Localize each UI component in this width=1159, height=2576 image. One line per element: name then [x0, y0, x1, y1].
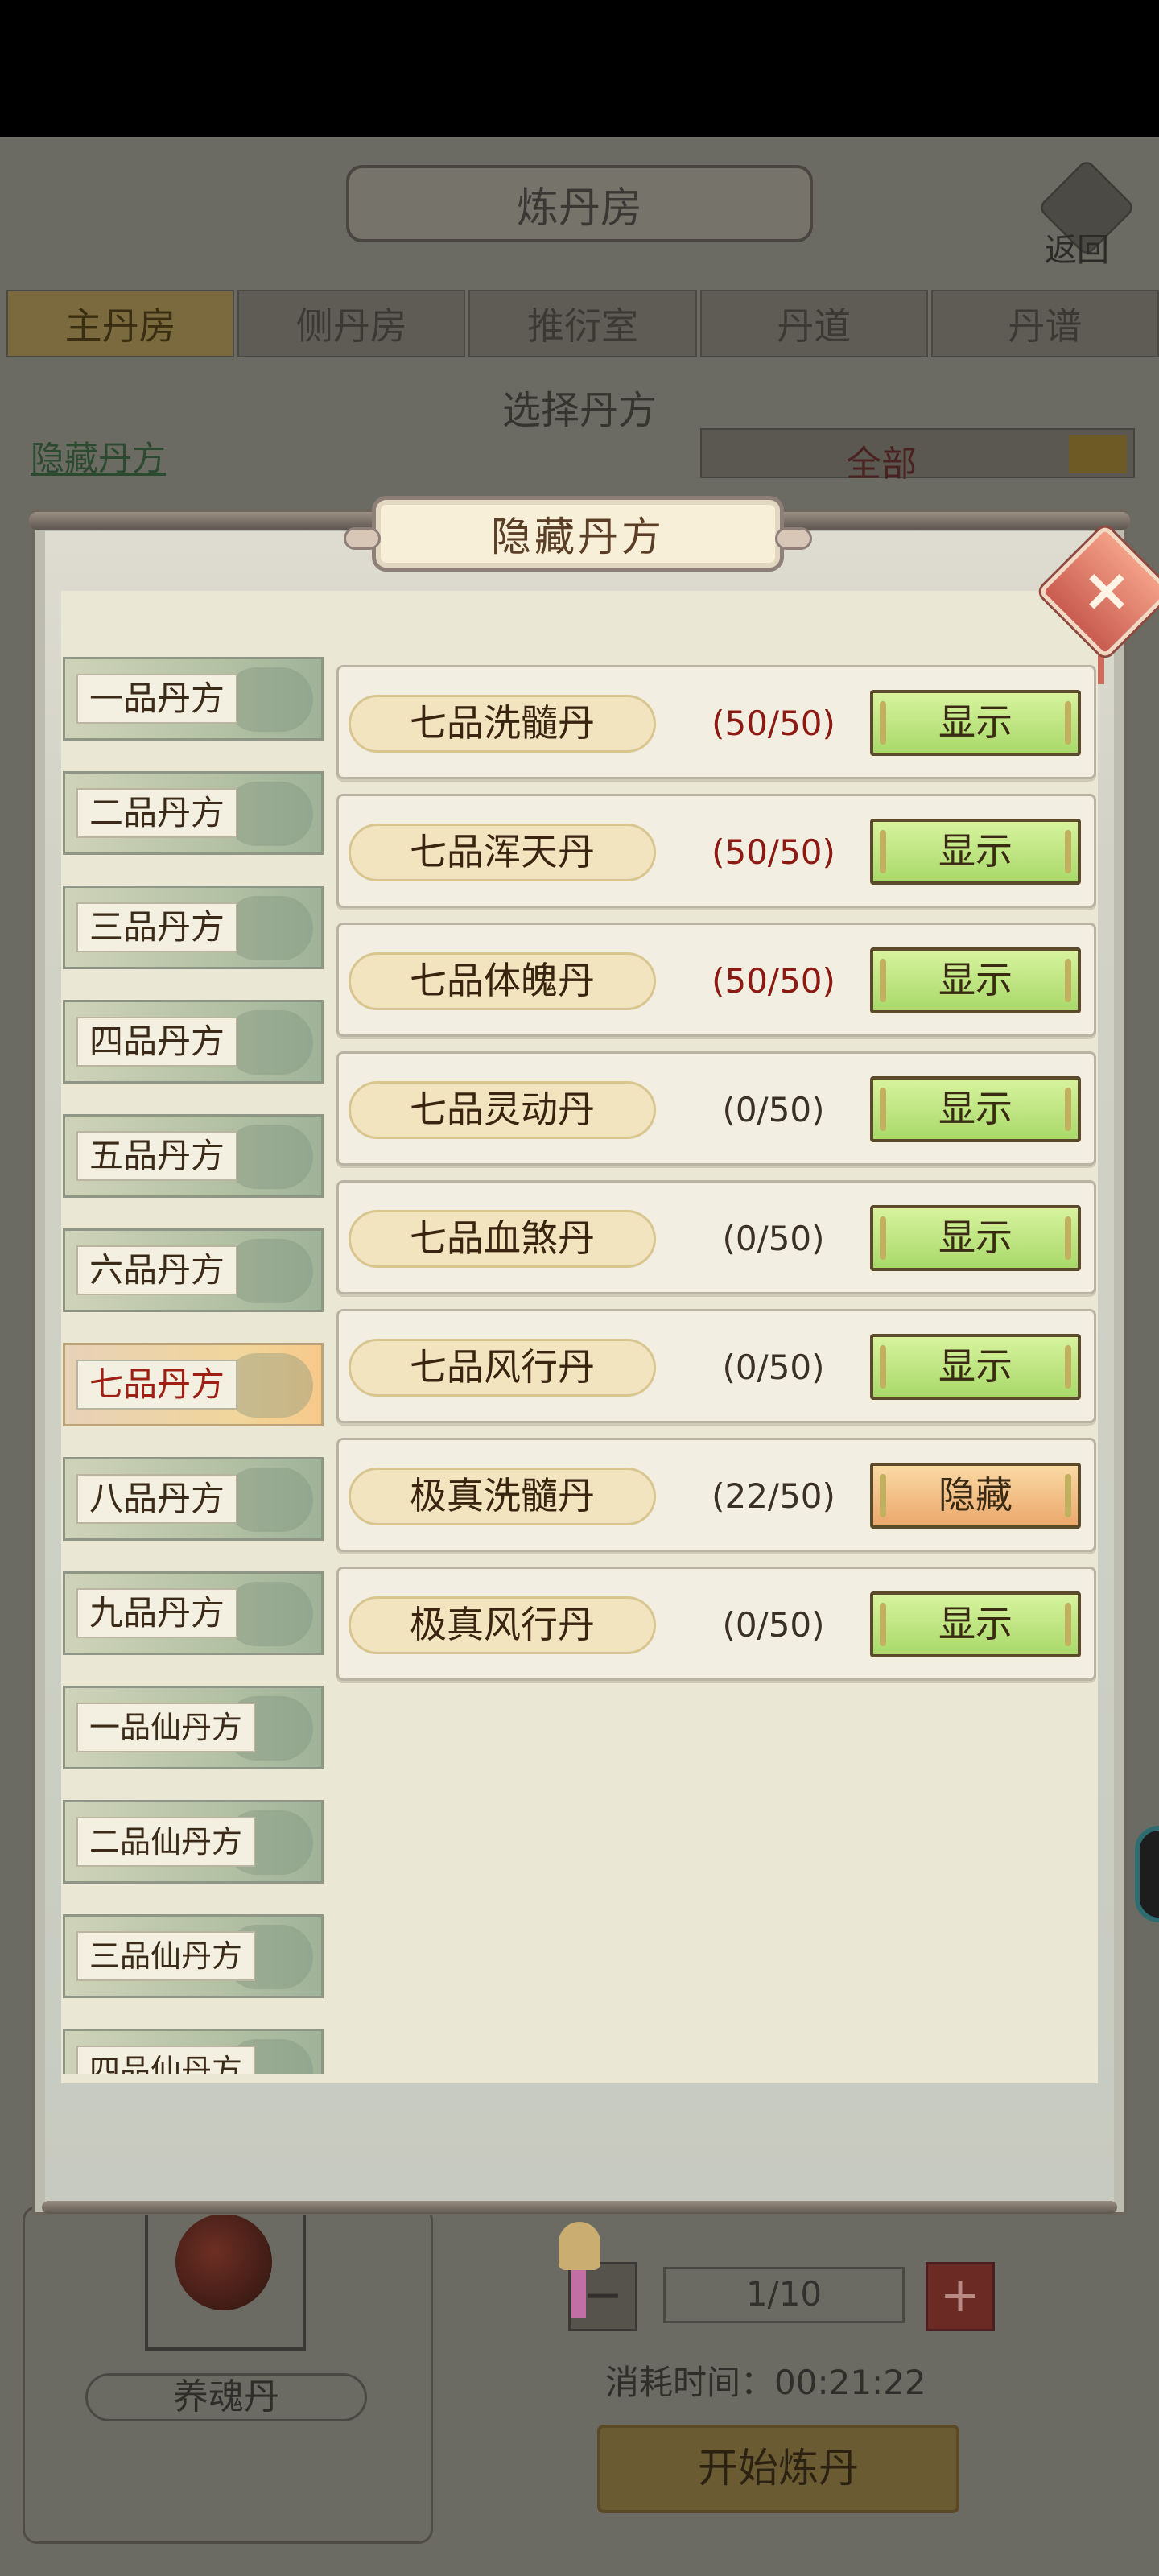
category-item[interactable]: 六品丹方 [63, 1228, 324, 1312]
category-label: 八品丹方 [76, 1474, 238, 1524]
category-label: 二品仙丹方 [76, 1817, 256, 1867]
increase-button[interactable]: + [926, 2262, 995, 2331]
recipe-name: 七品血煞丹 [349, 1210, 656, 1268]
cloud-decoration [225, 1582, 313, 1646]
tab-research-room[interactable]: 推衍室 [468, 290, 697, 357]
category-item[interactable]: 四品仙丹方 [63, 2029, 324, 2074]
recipe-row: 极真洗髓丹 (22/50) 隐藏 [336, 1438, 1096, 1552]
cloud-decoration [225, 667, 313, 732]
recipe-count: (0/50) [722, 1348, 825, 1387]
category-label: 二品丹方 [76, 788, 238, 838]
modal-title: 隐藏丹方 [344, 496, 812, 572]
cloud-decoration [225, 1353, 313, 1418]
show-button[interactable]: 显示 [870, 1591, 1081, 1657]
pill-icon [175, 2214, 272, 2310]
show-button[interactable]: 显示 [870, 1334, 1081, 1400]
recipe-name: 七品风行丹 [349, 1339, 656, 1397]
recipe-name: 七品洗髓丹 [349, 695, 656, 753]
recipe-row: 七品灵动丹 (0/50) 显示 [336, 1051, 1096, 1166]
cloud-decoration [225, 896, 313, 960]
recipe-name: 七品灵动丹 [349, 1081, 656, 1139]
section-header: 选择丹方 [501, 388, 657, 433]
cloud-decoration [225, 1239, 313, 1303]
show-button[interactable]: 显示 [870, 690, 1081, 756]
recipe-name: 七品体魄丹 [349, 952, 656, 1010]
back-button-label[interactable]: 返回 [1045, 224, 1109, 270]
tassel-decoration [571, 2270, 586, 2318]
tab-main-room[interactable]: 主丹房 [6, 290, 235, 357]
recipe-count: (50/50) [711, 961, 835, 1001]
recipe-row: 七品体魄丹 (50/50) 显示 [336, 923, 1096, 1037]
recipe-name: 极真风行丹 [349, 1596, 656, 1654]
category-item[interactable]: 三品丹方 [63, 886, 324, 969]
recipe-count: (22/50) [711, 1476, 835, 1516]
cloud-decoration [225, 782, 313, 846]
modal-title-text: 隐藏丹方 [491, 514, 665, 560]
recipe-name: 七品浑天丹 [349, 824, 656, 881]
category-item[interactable]: 三品仙丹方 [63, 1914, 324, 1998]
quantity-field[interactable]: 1/10 [663, 2267, 905, 2323]
tab-dan-dao[interactable]: 丹道 [699, 290, 928, 357]
category-item[interactable]: 二品丹方 [63, 771, 324, 855]
category-item[interactable]: 九品丹方 [63, 1571, 324, 1655]
category-item[interactable]: 一品丹方 [63, 657, 324, 741]
title-knot-right [775, 527, 812, 550]
recipe-row: 七品洗髓丹 (50/50) 显示 [336, 665, 1096, 779]
category-label: 三品丹方 [76, 902, 238, 952]
scroll-rod-bottom [42, 2201, 1117, 2214]
tab-recipe-book[interactable]: 丹谱 [930, 290, 1159, 357]
page-title: 炼丹房 [346, 165, 813, 242]
category-label: 六品丹方 [76, 1245, 238, 1295]
filter-dropdown-value: 全部 [846, 444, 917, 485]
close-icon[interactable]: × [1070, 554, 1143, 626]
category-item[interactable]: 一品仙丹方 [63, 1686, 324, 1769]
chevron-down-icon [1069, 435, 1127, 473]
selected-item-name: 养魂丹 [85, 2373, 367, 2421]
recipe-count: (0/50) [722, 1219, 825, 1258]
filter-dropdown[interactable]: 全部 [700, 428, 1135, 485]
hidden-recipes-link[interactable]: 隐藏丹方 [31, 431, 166, 481]
recipe-row: 极真风行丹 (0/50) 显示 [336, 1567, 1096, 1681]
recipe-row: 七品浑天丹 (50/50) 显示 [336, 794, 1096, 908]
bell-icon [559, 2222, 600, 2270]
hide-button[interactable]: 隐藏 [870, 1463, 1081, 1529]
category-item[interactable]: 四品丹方 [63, 1000, 324, 1084]
cloud-decoration [225, 1125, 313, 1189]
category-label: 一品仙丹方 [76, 1703, 256, 1752]
cloud-decoration [225, 1010, 313, 1075]
recipe-count: (0/50) [722, 1605, 825, 1645]
recipe-count: (0/50) [722, 1090, 825, 1129]
category-label: 九品丹方 [76, 1588, 238, 1638]
category-label: 四品丹方 [76, 1017, 238, 1067]
category-item[interactable]: 二品仙丹方 [63, 1800, 324, 1884]
show-button[interactable]: 显示 [870, 947, 1081, 1013]
recipe-count: (50/50) [711, 832, 835, 872]
category-label: 一品丹方 [76, 674, 238, 724]
show-button[interactable]: 显示 [870, 1076, 1081, 1142]
category-item-active[interactable]: 七品丹方 [63, 1343, 324, 1426]
recipe-count: (50/50) [711, 704, 835, 743]
title-knot-left [344, 527, 381, 550]
category-item[interactable]: 五品丹方 [63, 1114, 324, 1198]
tab-bar: 主丹房 侧丹房 推衍室 丹道 丹谱 [6, 290, 1159, 357]
tab-side-room[interactable]: 侧丹房 [237, 290, 466, 357]
category-item[interactable]: 八品丹方 [63, 1457, 324, 1541]
category-list[interactable]: 一品丹方 二品丹方 三品丹方 四品丹方 五品丹方 六品丹方 七品丹方 八品丹方 … [63, 657, 325, 2074]
recipe-name: 极真洗髓丹 [349, 1468, 656, 1525]
category-label: 四品仙丹方 [76, 2046, 256, 2074]
show-button[interactable]: 显示 [870, 1205, 1081, 1271]
category-label: 三品仙丹方 [76, 1931, 256, 1981]
recipe-row: 七品风行丹 (0/50) 显示 [336, 1309, 1096, 1423]
cloud-decoration [225, 1468, 313, 1532]
side-float-button[interactable] [1135, 1826, 1159, 1922]
show-button[interactable]: 显示 [870, 819, 1081, 885]
start-alchemy-button[interactable]: 开始炼丹 [597, 2425, 959, 2513]
category-label: 七品丹方 [76, 1360, 238, 1410]
time-cost-label: 消耗时间：00:21:22 [605, 2363, 926, 2402]
recipe-row: 七品血煞丹 (0/50) 显示 [336, 1180, 1096, 1294]
category-label: 五品丹方 [76, 1131, 238, 1181]
